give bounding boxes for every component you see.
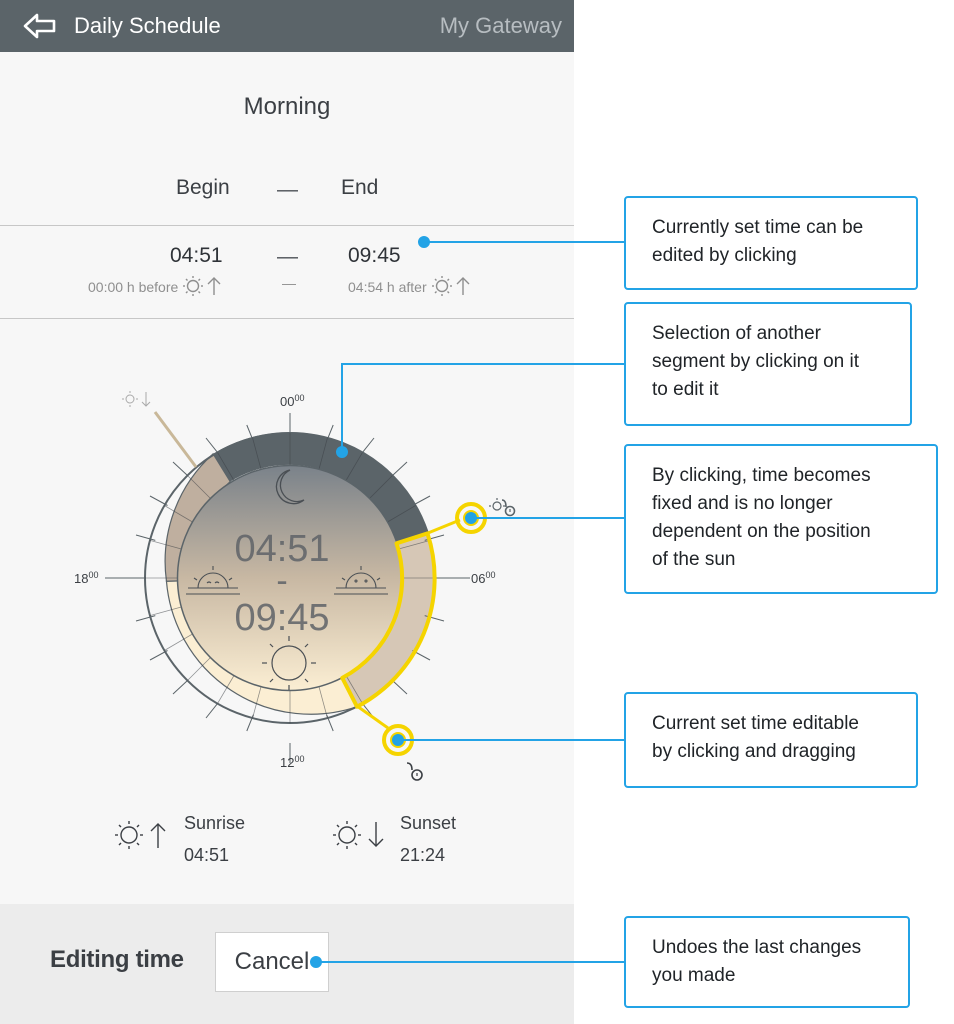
begin-handle-stem bbox=[427, 518, 461, 535]
gateway-name[interactable]: My Gateway bbox=[440, 13, 562, 39]
callout-line: Current set time editable bbox=[652, 713, 859, 734]
divider bbox=[0, 318, 574, 319]
dial-label-12: 1200 bbox=[280, 754, 304, 770]
callout-line: you made bbox=[652, 965, 736, 986]
callout-select-segment: Selection of another segment by clicking… bbox=[624, 302, 912, 426]
dial-center-dash: - bbox=[276, 562, 287, 600]
begin-offset-text: 00:00 h before bbox=[88, 279, 179, 295]
sunset-marker-icon bbox=[122, 391, 151, 407]
end-time-handle[interactable] bbox=[382, 724, 414, 756]
callout-line: edited by clicking bbox=[652, 245, 797, 266]
sunset-time: 21:24 bbox=[400, 845, 446, 865]
sunset-marker bbox=[153, 411, 198, 468]
callout-line: by clicking and dragging bbox=[652, 741, 856, 762]
lock-icon bbox=[406, 762, 423, 781]
begin-offset[interactable]: 00:00 h before bbox=[88, 275, 224, 297]
callout-edit-time: Currently set time can be edited by clic… bbox=[624, 196, 918, 290]
phone-screen: Daily Schedule My Gateway Morning Begin … bbox=[0, 0, 574, 1024]
callout-line: By clicking, time becomes bbox=[652, 465, 871, 486]
editing-time-label: Editing time bbox=[50, 946, 184, 973]
segment-title: Morning bbox=[243, 93, 331, 120]
callout-line: dependent on the position bbox=[652, 521, 871, 542]
page-title: Daily Schedule bbox=[74, 13, 221, 38]
offset-separator: — bbox=[282, 275, 296, 291]
sunrise-icon bbox=[115, 821, 166, 849]
callout-line: of the sun bbox=[652, 549, 736, 570]
callout-undo: Undoes the last changes you made bbox=[624, 916, 910, 1008]
callout-fix-time: By clicking, time becomes fixed and is n… bbox=[624, 444, 938, 594]
callout-line: segment by clicking on it bbox=[652, 351, 859, 372]
sunrise-icon bbox=[431, 276, 470, 296]
callout-line: to edit it bbox=[652, 379, 719, 400]
callout-drag-time: Current set time editable by clicking an… bbox=[624, 692, 918, 788]
begin-time-value[interactable]: 04:51 bbox=[170, 244, 223, 268]
sunset-icon bbox=[333, 821, 384, 849]
sunset-label: Sunset bbox=[400, 813, 457, 833]
sunrise-time: 04:51 bbox=[184, 845, 230, 865]
end-handle-stem bbox=[356, 704, 389, 730]
end-label: End bbox=[341, 176, 379, 199]
back-arrow-icon[interactable] bbox=[22, 11, 58, 41]
dial-label-06: 0600 bbox=[471, 570, 495, 586]
sunrise-icon bbox=[183, 276, 221, 296]
top-bar: Daily Schedule My Gateway bbox=[0, 0, 574, 52]
schedule-dial[interactable]: 04:51 - 09:45 0000 0600 1200 1800 bbox=[0, 340, 574, 800]
begin-label: Begin bbox=[176, 176, 230, 199]
callout-line: Currently set time can be bbox=[652, 217, 864, 238]
cancel-button[interactable]: Cancel bbox=[215, 932, 329, 992]
divider bbox=[0, 225, 574, 226]
sunrise-lock-icon bbox=[489, 498, 516, 517]
callout-line: Selection of another bbox=[652, 323, 822, 344]
dial-center-end: 09:45 bbox=[234, 597, 329, 639]
dial-label-00: 0000 bbox=[280, 393, 304, 409]
dial-label-18: 1800 bbox=[74, 570, 98, 586]
end-time-value[interactable]: 09:45 bbox=[348, 244, 401, 268]
end-offset[interactable]: 04:54 h after bbox=[348, 275, 473, 297]
callout-line: fixed and is no longer bbox=[652, 493, 833, 514]
label-separator: — bbox=[277, 178, 298, 201]
end-offset-text: 04:54 h after bbox=[348, 279, 427, 295]
sunrise-label: Sunrise bbox=[184, 813, 246, 833]
time-separator: — bbox=[277, 245, 298, 268]
begin-time-handle[interactable] bbox=[455, 502, 487, 534]
callout-line: Undoes the last changes bbox=[652, 937, 862, 958]
